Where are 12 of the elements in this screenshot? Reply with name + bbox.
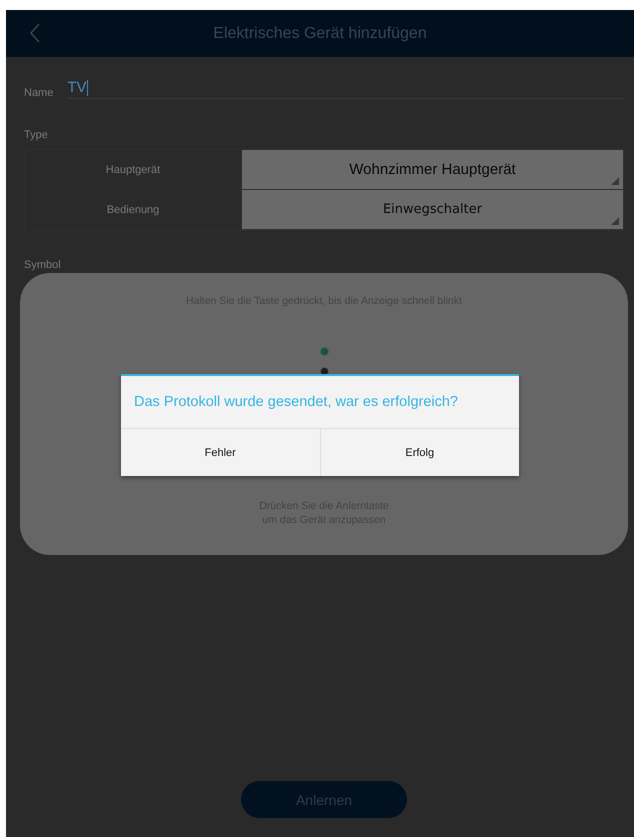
dropdown-field[interactable]: Wohnzimmer Hauptgerät — [242, 150, 623, 190]
back-icon[interactable] — [29, 23, 41, 43]
type-label: Type — [24, 129, 49, 141]
corner-triangle-icon — [611, 177, 619, 185]
dialog-button[interactable]: Erfolg — [320, 429, 519, 476]
corner-triangle-icon — [611, 217, 619, 225]
dropdown-field[interactable]: Einwegschalter — [242, 190, 623, 230]
screen-title: Elektrisches Gerät hinzufügen — [213, 24, 427, 42]
name-input-field[interactable]: TV — [67, 79, 624, 99]
symbol-label: Symbol — [24, 259, 62, 271]
name-label: Name — [24, 87, 54, 99]
dialog-button[interactable]: Fehler — [121, 429, 320, 476]
